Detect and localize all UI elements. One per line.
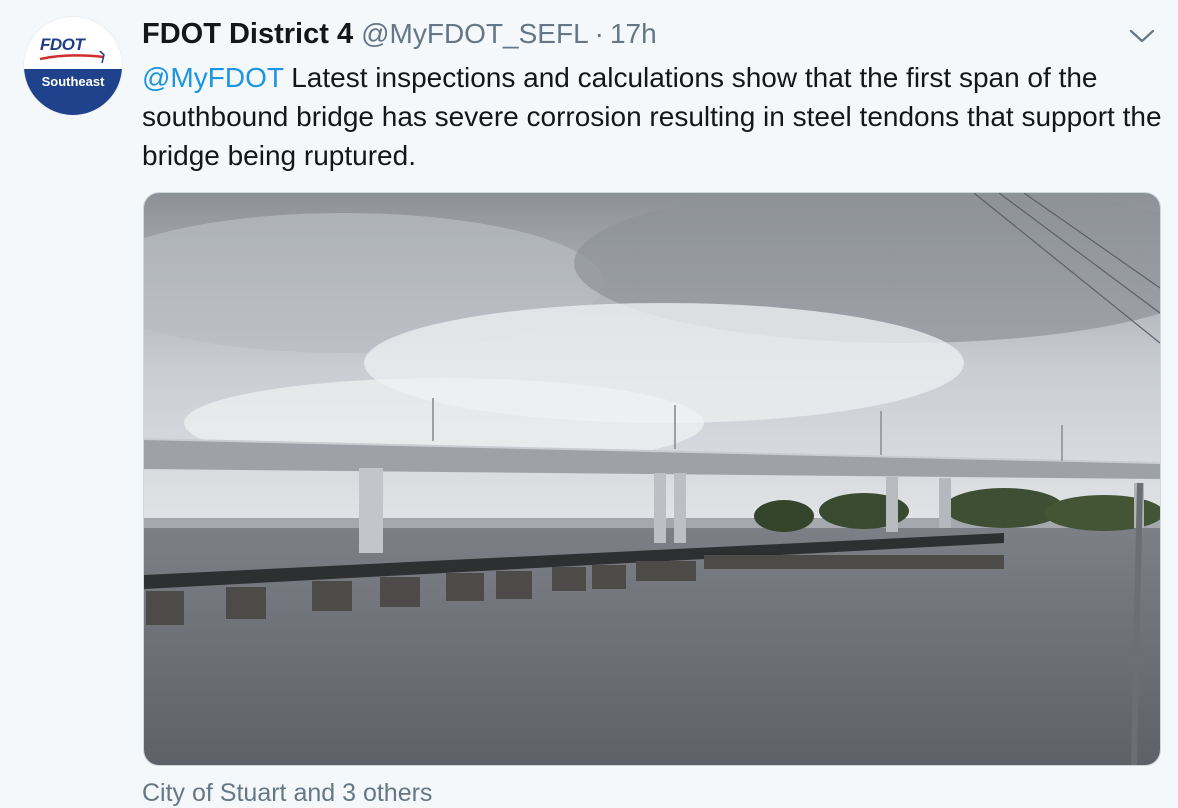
tweet-body-text: Latest inspections and calculations show…	[142, 62, 1162, 171]
tweet-text: @MyFDOT Latest inspections and calculati…	[142, 58, 1162, 175]
avatar[interactable]: FDOT Southeast	[24, 17, 122, 115]
tweet-photo[interactable]	[143, 192, 1161, 766]
tagged-people-link[interactable]: City of Stuart and 3 others	[142, 779, 432, 808]
chevron-down-icon[interactable]	[1128, 26, 1156, 46]
mention-link[interactable]: @MyFDOT	[142, 62, 283, 93]
tweet-header: FDOT District 4 @MyFDOT_SEFL · 17h	[142, 18, 657, 54]
user-handle[interactable]: @MyFDOT_SEFL	[361, 18, 589, 49]
display-name[interactable]: FDOT District 4	[142, 18, 353, 50]
separator-dot: ·	[594, 18, 604, 49]
tweet: FDOT Southeast FDOT District 4 @MyFDOT_SE…	[0, 0, 1178, 807]
avatar-region-label: Southeast	[41, 74, 105, 89]
timestamp[interactable]: 17h	[610, 18, 657, 49]
bridge-over-river-photo	[144, 193, 1160, 765]
florida-swoosh-icon	[39, 51, 105, 64]
